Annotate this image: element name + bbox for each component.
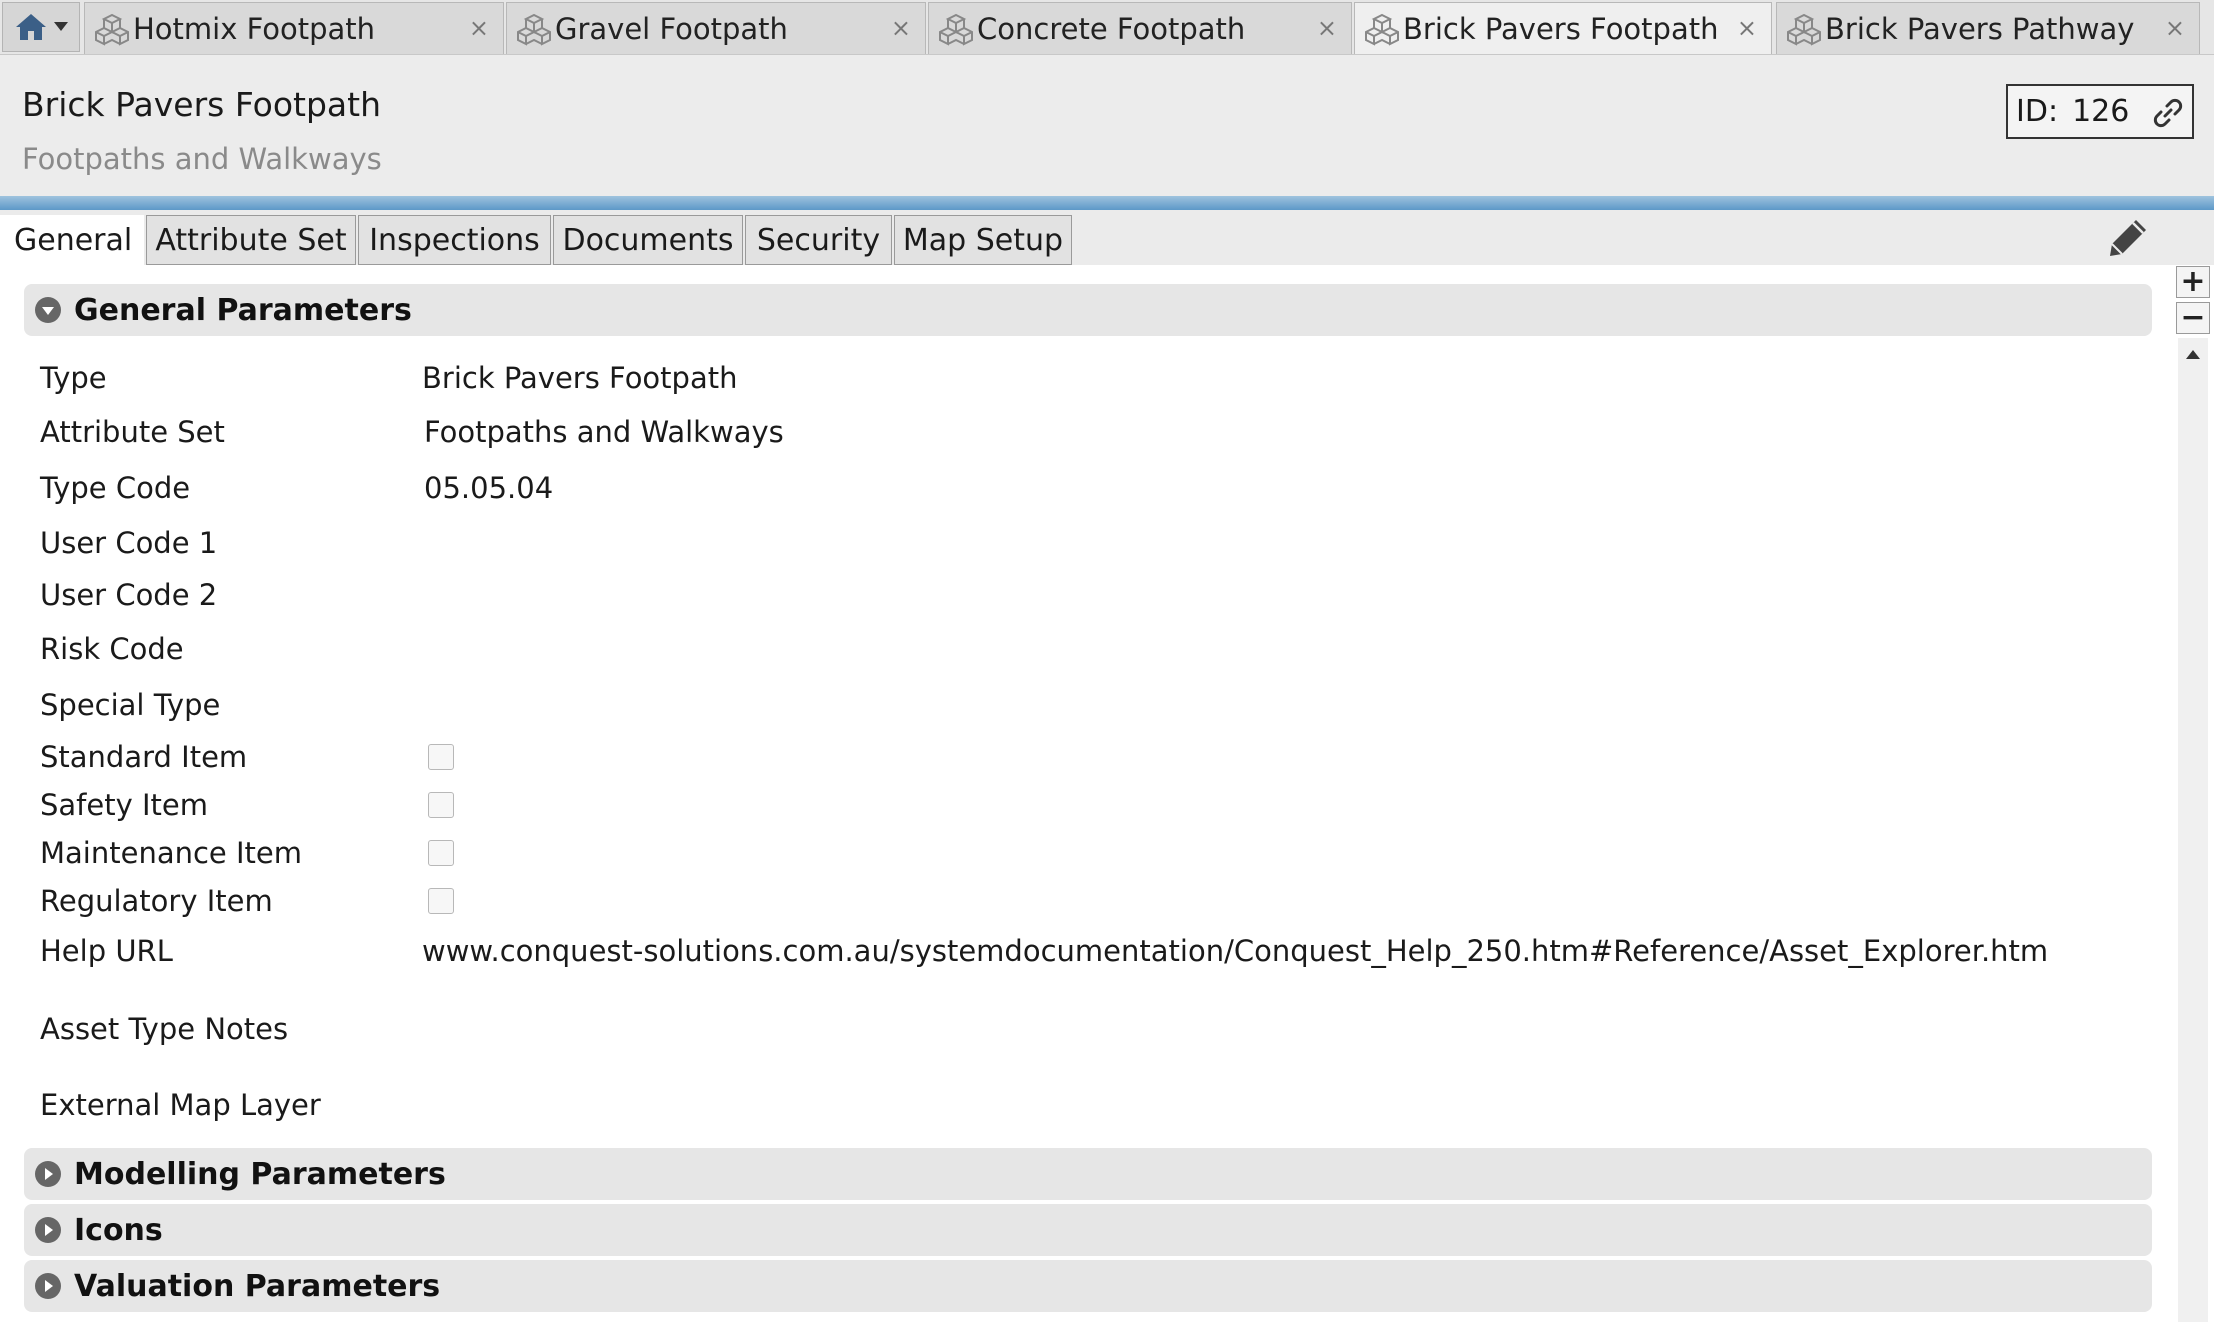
field-label-standard-item: Standard Item — [40, 740, 248, 774]
close-icon[interactable]: × — [469, 14, 489, 42]
doc-tab-label: Hotmix Footpath — [133, 11, 376, 46]
tab-documents[interactable]: Documents — [553, 215, 743, 265]
expand-circle-icon[interactable] — [34, 1216, 62, 1244]
standard-item-checkbox[interactable] — [428, 744, 454, 770]
section-modelling-parameters[interactable]: Modelling Parameters — [24, 1148, 2152, 1200]
safety-item-checkbox[interactable] — [428, 792, 454, 818]
field-label-special-type: Special Type — [40, 688, 221, 722]
link-icon[interactable] — [2152, 97, 2184, 129]
home-icon — [16, 14, 46, 40]
asset-type-icon — [1787, 13, 1821, 46]
pencil-icon[interactable] — [2108, 216, 2150, 258]
field-label-regulatory-item: Regulatory Item — [40, 884, 273, 918]
field-label-type-code: Type Code — [40, 471, 191, 505]
maintenance-item-checkbox[interactable] — [428, 840, 454, 866]
page-subtitle: Footpaths and Walkways — [22, 142, 382, 176]
field-value-help-url[interactable]: www.conquest-solutions.com.au/systemdocu… — [422, 934, 2048, 968]
header-accent-bar — [0, 196, 2214, 210]
section-tab-bar: General Attribute Set Inspections Docume… — [0, 210, 2214, 265]
close-icon[interactable]: × — [1737, 14, 1757, 42]
field-label-attribute-set: Attribute Set — [40, 415, 225, 449]
doc-tab-label: Brick Pavers Pathway — [1825, 11, 2135, 46]
scroll-up-arrow-icon[interactable] — [2178, 340, 2208, 368]
collapse-circle-icon[interactable] — [34, 296, 62, 324]
doc-tab-hotmix-footpath[interactable]: Hotmix Footpath × — [84, 2, 504, 54]
field-label-asset-type-notes: Asset Type Notes — [40, 1012, 289, 1046]
tab-inspections[interactable]: Inspections — [358, 215, 551, 265]
close-icon[interactable]: × — [891, 14, 911, 42]
field-label-safety-item: Safety Item — [40, 788, 208, 822]
asset-type-icon — [517, 13, 551, 46]
section-title: Icons — [74, 1212, 163, 1248]
page-title: Brick Pavers Footpath — [22, 85, 381, 124]
asset-type-icon — [95, 13, 129, 46]
tab-security[interactable]: Security — [745, 215, 892, 265]
field-label-risk-code: Risk Code — [40, 632, 184, 666]
doc-tab-concrete-footpath[interactable]: Concrete Footpath × — [928, 2, 1352, 54]
doc-tab-label: Gravel Footpath — [555, 11, 788, 46]
expand-circle-icon[interactable] — [34, 1160, 62, 1188]
expand-circle-icon[interactable] — [34, 1272, 62, 1300]
regulatory-item-checkbox[interactable] — [428, 888, 454, 914]
close-icon[interactable]: × — [2165, 14, 2185, 42]
asset-type-icon — [1365, 13, 1399, 46]
field-label-help-url: Help URL — [40, 934, 173, 968]
home-menu-button[interactable] — [2, 2, 80, 52]
section-title: Modelling Parameters — [74, 1156, 446, 1192]
field-value-type-code: 05.05.04 — [424, 471, 554, 505]
field-label-user-code-2: User Code 2 — [40, 578, 218, 612]
doc-tab-brick-pavers-pathway[interactable]: Brick Pavers Pathway × — [1776, 2, 2200, 54]
asset-type-icon — [939, 13, 973, 46]
field-label-type: Type — [40, 361, 107, 395]
doc-tab-label: Concrete Footpath — [977, 11, 1246, 46]
caret-down-icon — [54, 22, 68, 31]
record-header: Brick Pavers Footpath Footpaths and Walk… — [0, 55, 2214, 196]
tab-map-setup[interactable]: Map Setup — [894, 215, 1072, 265]
record-id-box: ID: 126 — [2006, 84, 2194, 139]
zoom-out-button[interactable]: − — [2176, 302, 2210, 334]
zoom-in-button[interactable]: + — [2176, 266, 2210, 298]
field-label-user-code-1: User Code 1 — [40, 526, 218, 560]
section-general-parameters[interactable]: General Parameters — [24, 284, 2152, 336]
id-label: ID: — [2016, 94, 2059, 129]
vertical-scrollbar[interactable] — [2178, 338, 2208, 1322]
section-icons[interactable]: Icons — [24, 1204, 2152, 1256]
field-label-maintenance-item: Maintenance Item — [40, 836, 302, 870]
doc-tab-gravel-footpath[interactable]: Gravel Footpath × — [506, 2, 926, 54]
doc-tab-label: Brick Pavers Footpath — [1403, 11, 1719, 46]
id-value: 126 — [2072, 94, 2130, 129]
section-valuation-parameters[interactable]: Valuation Parameters — [24, 1260, 2152, 1312]
field-label-external-map-layer: External Map Layer — [40, 1088, 321, 1122]
tab-attribute-set[interactable]: Attribute Set — [146, 215, 356, 265]
doc-tab-brick-pavers-footpath[interactable]: Brick Pavers Footpath × — [1354, 2, 1772, 54]
close-icon[interactable]: × — [1317, 14, 1337, 42]
field-value-attribute-set: Footpaths and Walkways — [424, 415, 784, 449]
document-tab-strip: Hotmix Footpath × Gravel Footpath × Conc… — [0, 0, 2214, 55]
tab-general[interactable]: General — [0, 215, 144, 265]
section-title: General Parameters — [74, 292, 412, 328]
section-title: Valuation Parameters — [74, 1268, 441, 1304]
field-value-type: Brick Pavers Footpath — [422, 361, 738, 395]
